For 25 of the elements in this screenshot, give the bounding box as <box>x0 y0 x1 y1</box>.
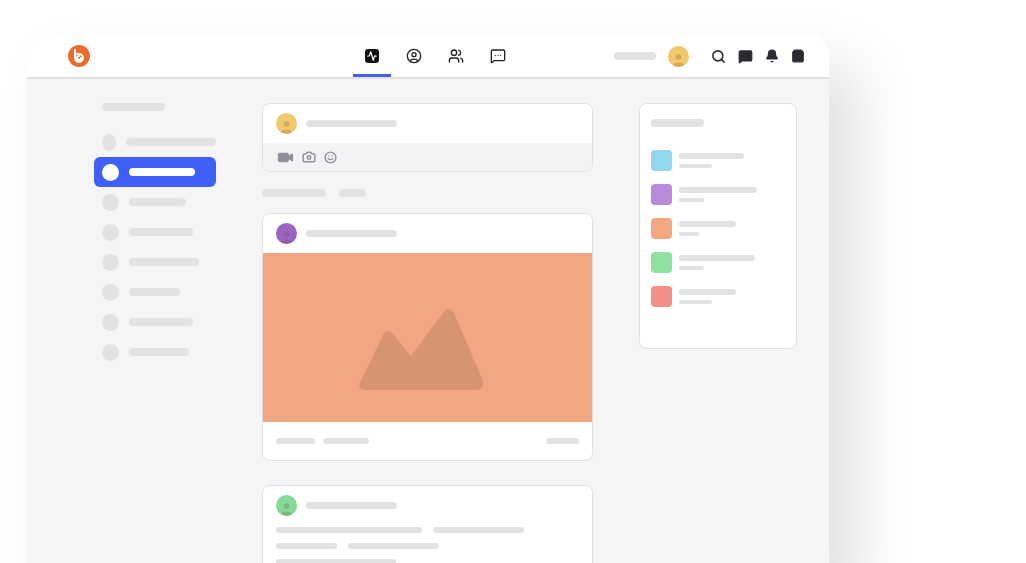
bell-icon[interactable] <box>765 49 779 63</box>
placeholder-line <box>323 438 369 444</box>
chat-icon[interactable] <box>738 48 753 64</box>
profile-icon <box>406 48 422 64</box>
user-avatar[interactable] <box>668 45 689 67</box>
people-icon <box>448 48 464 64</box>
placeholder-line <box>614 52 656 60</box>
camera-icon[interactable] <box>302 150 316 164</box>
sidebar-item[interactable] <box>94 157 216 187</box>
group-icon[interactable] <box>651 218 672 239</box>
group-icon[interactable] <box>651 286 672 307</box>
group-icon[interactable] <box>651 184 672 205</box>
activity-icon <box>365 49 379 63</box>
placeholder-line <box>546 438 579 444</box>
search-icon[interactable] <box>711 48 726 64</box>
logo-icon[interactable] <box>68 45 90 67</box>
placeholder-line <box>679 289 736 295</box>
smiley-icon[interactable] <box>324 150 337 164</box>
placeholder-line <box>276 438 315 444</box>
chat-icon <box>490 48 506 64</box>
bag-icon[interactable] <box>791 49 805 63</box>
placeholder-line <box>679 153 744 159</box>
placeholder-line <box>276 543 337 549</box>
placeholder-line <box>679 221 736 227</box>
placeholder-line <box>651 119 704 127</box>
